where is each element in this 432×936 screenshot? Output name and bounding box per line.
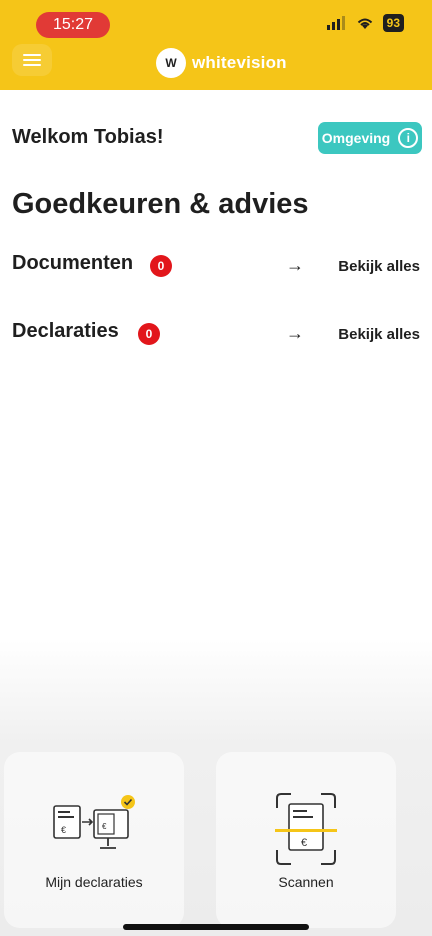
status-icons: 93 <box>326 14 404 32</box>
status-time: 15:27 <box>36 12 110 38</box>
environment-button[interactable]: Omgeving i <box>318 122 422 154</box>
home-indicator <box>123 924 309 930</box>
arrow-right-icon[interactable]: → <box>286 323 304 344</box>
documents-count-badge: 0 <box>150 255 172 277</box>
wifi-icon <box>357 18 372 29</box>
declarations-count-badge: 0 <box>138 323 160 345</box>
my-declarations-label: Mijn declaraties <box>45 874 143 890</box>
scan-label: Scannen <box>278 874 334 890</box>
hamburger-icon <box>23 54 41 66</box>
declarations-label: Declaraties <box>12 320 119 342</box>
info-icon: i <box>398 128 419 148</box>
declarations-view-all-link[interactable]: Bekijk alles <box>338 326 420 343</box>
brand-logo: W whitevision <box>156 48 287 78</box>
scan-document-icon: € <box>275 793 337 865</box>
scan-tile[interactable]: € Scannen <box>216 752 396 928</box>
environment-label: Omgeving <box>321 130 391 146</box>
documents-row[interactable]: Documenten 0 → Bekijk alles <box>0 250 432 284</box>
menu-button[interactable] <box>12 44 52 76</box>
brand-mark: W <box>156 48 186 78</box>
battery-level: 93 <box>382 14 404 32</box>
documents-view-all-link[interactable]: Bekijk alles <box>338 258 420 275</box>
declarations-icon: € € <box>53 795 135 849</box>
svg-text:€: € <box>61 825 66 835</box>
app-header: 15:27 93 W whitevision <box>0 0 432 90</box>
welcome-text: Welkom Tobias! <box>12 126 164 148</box>
svg-text:€: € <box>102 822 107 831</box>
svg-text:€: € <box>301 837 307 849</box>
my-declarations-tile[interactable]: € € Mijn declaraties <box>4 752 184 928</box>
documents-label: Documenten <box>12 252 134 274</box>
arrow-right-icon[interactable]: → <box>286 255 304 276</box>
section-title: Goedkeuren & advies <box>12 188 309 220</box>
signal-icon <box>326 16 345 30</box>
declarations-row[interactable]: Declaraties 0 → Bekijk alles <box>0 318 432 352</box>
brand-name: whitevision <box>192 53 287 72</box>
